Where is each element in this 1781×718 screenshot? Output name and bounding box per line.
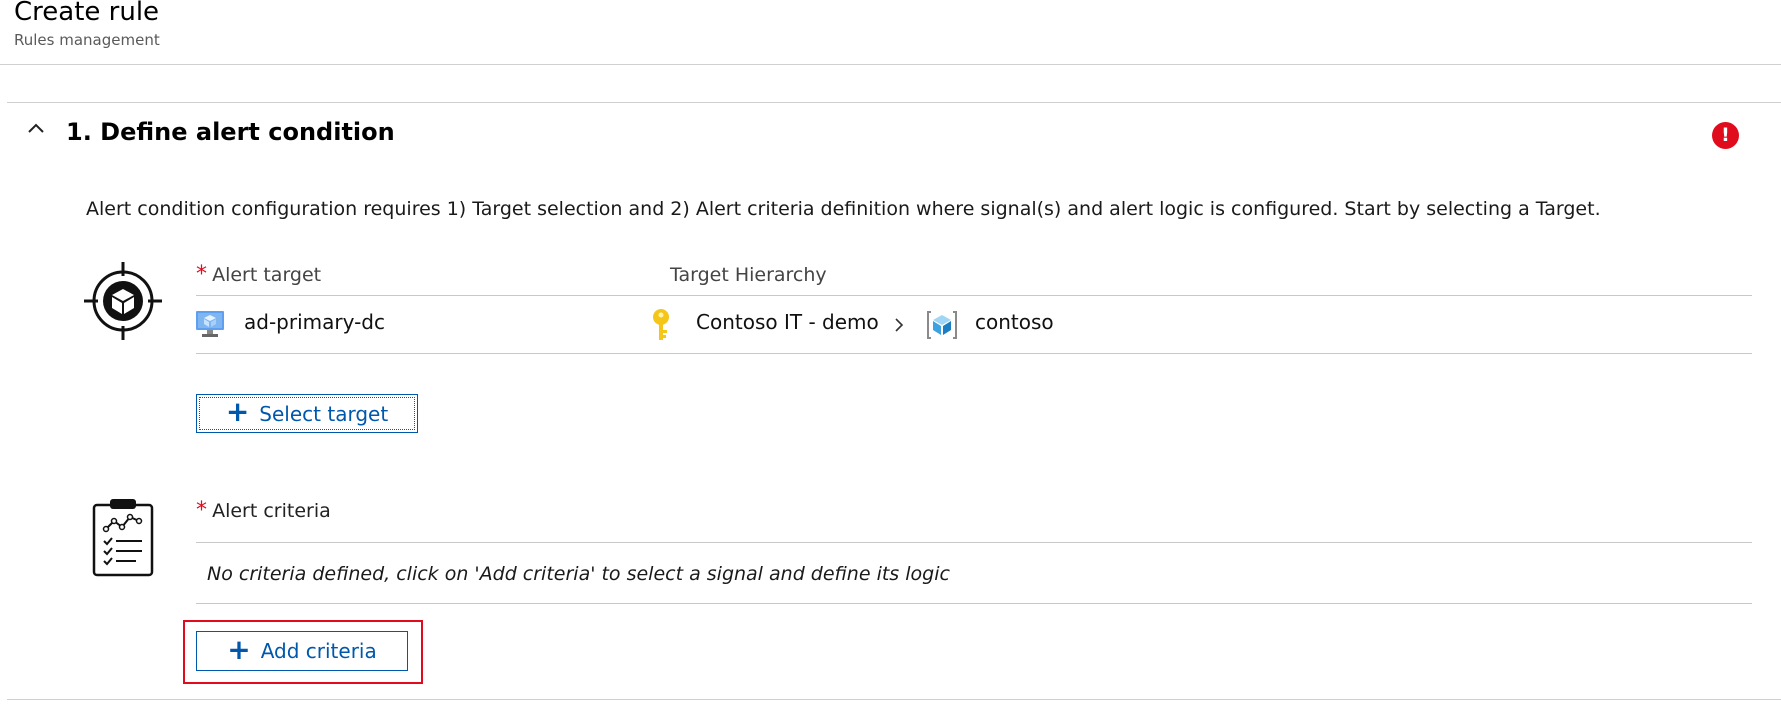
page-title: Create rule (14, 0, 160, 27)
chevron-right-icon (895, 318, 904, 332)
resource-group-icon (927, 311, 957, 339)
target-crosshair-icon (84, 262, 162, 340)
page-subtitle: Rules management (14, 31, 160, 49)
hierarchy-item-resource-group: contoso (975, 310, 1054, 334)
section-description: Alert condition configuration requires 1… (86, 198, 1601, 220)
criteria-bottom-divider (196, 603, 1752, 604)
select-target-button[interactable]: + Select target (196, 394, 418, 433)
select-target-label: Select target (259, 401, 389, 426)
table-row[interactable] (196, 298, 1752, 352)
clipboard-criteria-icon (92, 499, 154, 577)
alert-target-resource: ad-primary-dc (244, 310, 385, 334)
criteria-empty-message: No criteria defined, click on 'Add crite… (207, 563, 950, 585)
chevron-up-icon[interactable] (25, 120, 47, 136)
section-title: 1. Define alert condition (66, 118, 395, 146)
section-bottom-divider (7, 699, 1781, 700)
add-criteria-label: Add criteria (260, 639, 377, 663)
error-icon: ! (1712, 122, 1739, 149)
section-top-divider (7, 102, 1781, 103)
target-table-header-divider (196, 295, 1752, 296)
alert-criteria-label: Alert criteria (212, 500, 331, 522)
target-hierarchy-label: Target Hierarchy (670, 264, 827, 286)
required-marker: * (196, 498, 207, 523)
add-criteria-button[interactable]: + Add criteria (196, 631, 408, 671)
key-icon (653, 309, 669, 340)
virtual-machine-icon (196, 311, 224, 337)
target-table-bottom-divider (196, 353, 1752, 354)
criteria-top-divider (196, 542, 1752, 543)
alert-criteria-label-row: * Alert criteria (196, 498, 331, 523)
alert-target-label: Alert target (212, 264, 322, 286)
required-marker: * (196, 262, 207, 287)
header-divider (0, 64, 1781, 65)
plus-icon: + (227, 632, 251, 666)
hierarchy-item-subscription: Contoso IT - demo (696, 310, 879, 334)
plus-icon: + (225, 395, 250, 428)
alert-target-label-row: * Alert target (196, 262, 321, 287)
